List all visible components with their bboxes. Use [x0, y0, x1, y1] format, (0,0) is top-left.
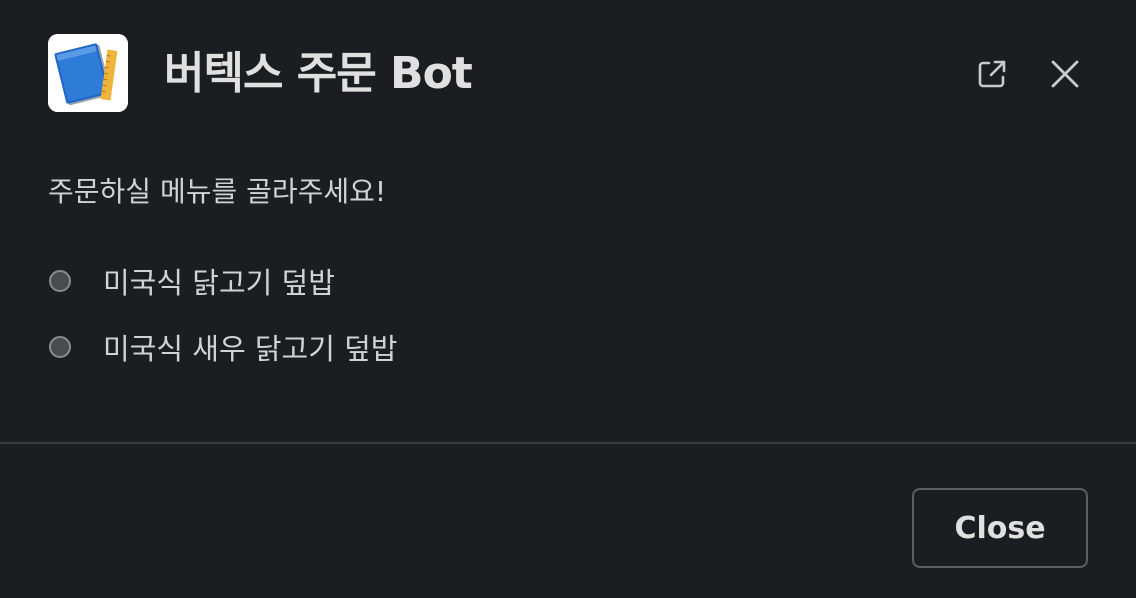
close-x-button[interactable] — [1045, 54, 1085, 94]
radio-button[interactable] — [49, 336, 71, 358]
close-icon — [1051, 60, 1079, 88]
prompt-text: 주문하실 메뉴를 골라주세요! — [48, 175, 387, 208]
open-external-button[interactable] — [972, 54, 1012, 94]
modal-body: 주문하실 메뉴를 골라주세요! 미국식 닭고기 덮밥 미국식 새우 닭고기 덮밥 — [48, 164, 1088, 380]
radio-option-shrimp-chicken[interactable]: 미국식 새우 닭고기 덮밥 — [48, 314, 1088, 380]
modal-header: 버텍스 주문 Bot — [0, 0, 1136, 150]
close-button[interactable]: Close — [912, 488, 1088, 568]
open-external-icon — [978, 60, 1006, 88]
radio-option-chicken[interactable]: 미국식 닭고기 덮밥 — [48, 248, 1088, 314]
radio-option-label: 미국식 새우 닭고기 덮밥 — [103, 332, 398, 366]
notebook-ruler-icon — [48, 34, 128, 112]
footer-divider — [0, 442, 1136, 444]
radio-group: 미국식 닭고기 덮밥 미국식 새우 닭고기 덮밥 — [48, 248, 1088, 380]
radio-button[interactable] — [49, 270, 71, 292]
modal-title: 버텍스 주문 Bot — [164, 48, 473, 99]
modal-dialog: 버텍스 주문 Bot 주문하실 메뉴를 골라주세요! 미국식 닭고기 덮밥 미국… — [0, 0, 1136, 598]
radio-option-label: 미국식 닭고기 덮밥 — [103, 266, 335, 300]
